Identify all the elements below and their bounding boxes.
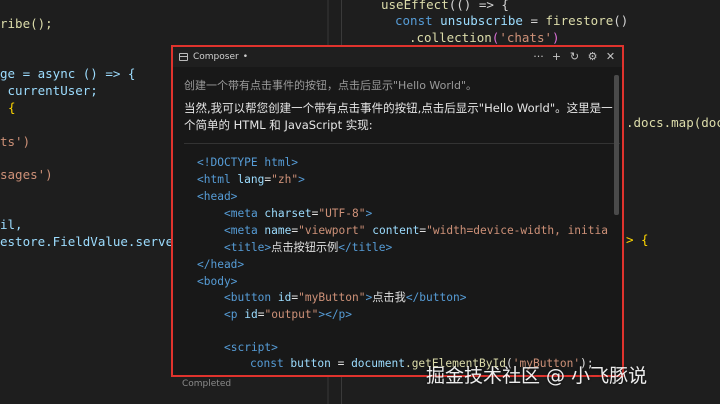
code-line: il, [0, 217, 23, 232]
code-line: ge = async () => { [0, 66, 136, 81]
code-line: <button id="myButton">点击我</button> [224, 291, 467, 304]
code-line: ts') [0, 134, 31, 149]
user-message: 创建一个带有点击事件的按钮，点击后显示"Hello World"。 [184, 79, 478, 92]
composer-panel[interactable]: Composer • ··· + ↻ ⚙ ✕ 创建一个带有点击事件的按钮，点击后… [171, 45, 624, 377]
settings-icon[interactable]: ⚙ [587, 49, 598, 64]
code-line: { [8, 100, 16, 115]
modified-indicator: • [242, 52, 249, 62]
composer-tab-title[interactable]: Composer [193, 52, 239, 62]
code-block[interactable]: <!DOCTYPE html> <html lang="zh"> <head> … [184, 143, 620, 375]
code-line: estore.FieldValue.serverT [0, 234, 189, 249]
code-line: sages') [0, 167, 53, 182]
composer-scrollbar[interactable] [614, 75, 619, 215]
code-line: ribe(); [0, 16, 53, 31]
code-line: <!DOCTYPE html> [197, 156, 299, 169]
close-icon[interactable]: ✕ [605, 49, 616, 64]
code-line: <html lang="zh"> [197, 173, 305, 186]
status-text: Completed [182, 379, 232, 389]
code-line: <head> [197, 190, 238, 203]
code-line: <body> [197, 275, 238, 288]
watermark: 掘金技术社区 @ 小飞豚说 [426, 365, 648, 387]
composer-header: Composer • ··· + ↻ ⚙ ✕ [173, 47, 622, 67]
more-actions-icon[interactable]: ··· [533, 49, 544, 64]
code-line: <p id="output"></p> [224, 308, 353, 321]
code-line: useEffect(() => { [381, 0, 509, 12]
code-line: <meta charset="UTF-8"> [224, 207, 373, 220]
code-line: const unsubscribe = firestore() [395, 13, 629, 28]
assistant-message: 当然,我可以帮您创建一个带有点击事件的按钮,点击后显示"Hello World"… [184, 101, 613, 132]
code-line: > { [626, 232, 649, 247]
code-line: <meta name="viewport" content="width=dev… [224, 224, 608, 237]
code-line: </head> [197, 258, 245, 271]
new-composer-icon[interactable]: + [551, 49, 562, 64]
composer-tab-icon [179, 53, 188, 61]
code-line: <script> [224, 341, 278, 354]
code-line: .docs.map(doc [626, 115, 720, 130]
code-line: .collection('chats') [409, 30, 560, 45]
code-line: currentUser; [0, 83, 98, 98]
history-icon[interactable]: ↻ [569, 49, 580, 64]
code-line: <title>点击按钮示例</title> [224, 241, 393, 254]
